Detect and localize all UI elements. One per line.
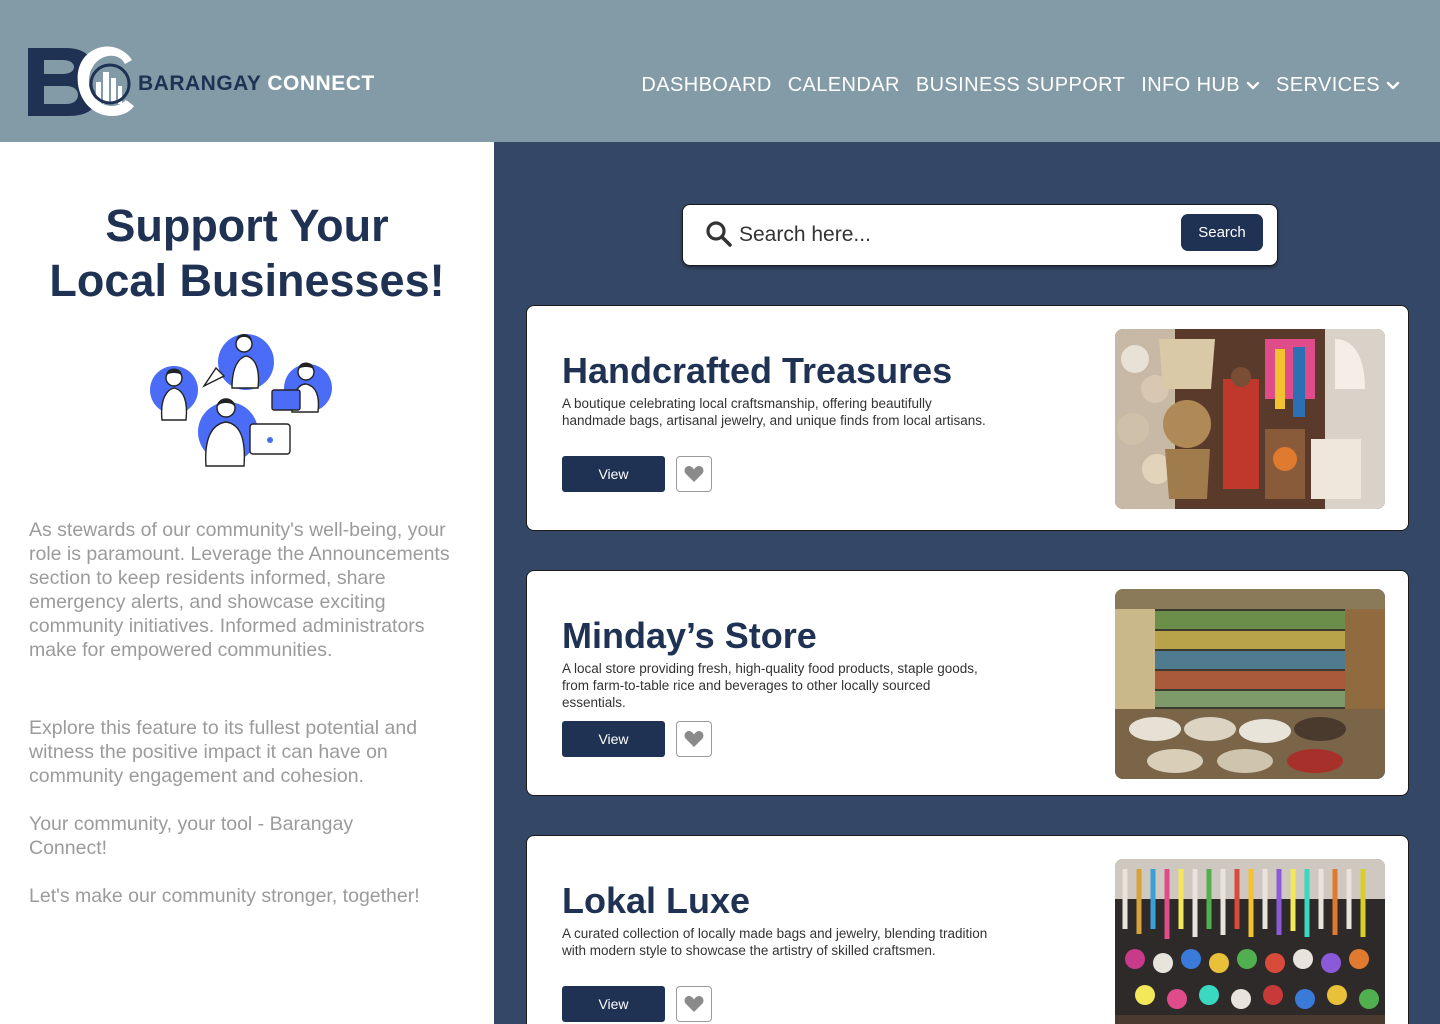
nav-services[interactable]: SERVICES (1276, 74, 1400, 97)
page-title: Support Your Local Businesses! (0, 198, 494, 308)
view-button[interactable]: View (562, 986, 665, 1022)
left-info-panel: Support Your Local Businesses! As stewar… (0, 142, 494, 1024)
business-card-handcrafted-treasures: Handcrafted Treasures A boutique celebra… (526, 305, 1409, 531)
business-name: Handcrafted Treasures (562, 350, 953, 391)
page-title-line1: Support Your (105, 200, 389, 251)
logo-word-connect: CONNECT (267, 72, 375, 95)
chevron-down-icon (1386, 81, 1400, 89)
nav-calendar[interactable]: CALENDAR (788, 74, 900, 97)
business-photo-jewelry-stall (1115, 859, 1385, 1024)
business-card-mindays-store: Minday’s Store A local store providing f… (526, 570, 1409, 796)
nav-services-label: SERVICES (1276, 74, 1380, 96)
business-card-lokal-luxe: Lokal Luxe A curated collection of local… (526, 835, 1409, 1024)
business-description: A curated collection of locally made bag… (562, 926, 988, 958)
chevron-down-icon (1246, 81, 1260, 89)
logo-wordmark: BARANGAY CONNECT (138, 72, 375, 96)
view-button[interactable]: View (562, 456, 665, 492)
search-input[interactable] (739, 217, 1169, 253)
favorite-button[interactable] (676, 456, 712, 492)
search-button[interactable]: Search (1181, 214, 1263, 251)
business-list-panel: Search Handcrafted Treasures A boutique … (494, 142, 1440, 1024)
business-name: Minday’s Store (562, 615, 817, 656)
search-bar: Search (682, 204, 1278, 266)
nav-business-support-label: BUSINESS SUPPORT (915, 74, 1126, 96)
search-icon (706, 221, 732, 247)
page-title-line2: Local Businesses! (49, 255, 445, 306)
heart-icon (684, 466, 704, 482)
nav-dashboard[interactable]: DASHBOARD (641, 74, 771, 97)
logo-word-barangay: BARANGAY (138, 72, 262, 95)
top-header: BARANGAY CONNECT DASHBOARD CALENDAR BUSI… (0, 0, 1440, 142)
tagline-paragraph: Your community, your tool - Barangay Con… (29, 813, 354, 859)
business-name: Lokal Luxe (562, 880, 751, 921)
view-button[interactable]: View (562, 721, 665, 757)
business-description: A local store providing fresh, high-qual… (562, 661, 978, 710)
people-collaborating-illustration (150, 334, 332, 467)
explore-paragraph: Explore this feature to its fullest pote… (29, 717, 418, 787)
barangay-connect-logo[interactable]: BARANGAY CONNECT (28, 42, 374, 120)
business-photo-grocery-store (1115, 589, 1385, 779)
nav-calendar-label: CALENDAR (787, 74, 900, 96)
closing-paragraph: Let's make our community stronger, toget… (29, 885, 420, 907)
favorite-button[interactable] (676, 986, 712, 1022)
nav-business-support[interactable]: BUSINESS SUPPORT (916, 74, 1125, 97)
heart-icon (684, 731, 704, 747)
nav-info-hub[interactable]: INFO HUB (1141, 74, 1260, 97)
heart-icon (684, 996, 704, 1012)
favorite-button[interactable] (676, 721, 712, 757)
main-nav: DASHBOARD CALENDAR BUSINESS SUPPORT INFO… (641, 74, 1400, 97)
nav-info-hub-label: INFO HUB (1141, 74, 1241, 96)
business-photo-bags-shop (1115, 329, 1385, 509)
nav-dashboard-label: DASHBOARD (641, 74, 772, 96)
intro-paragraph: As stewards of our community's well-bein… (29, 519, 450, 661)
business-description: A boutique celebrating local craftsmansh… (562, 396, 986, 428)
bc-logo-icon (28, 46, 134, 116)
